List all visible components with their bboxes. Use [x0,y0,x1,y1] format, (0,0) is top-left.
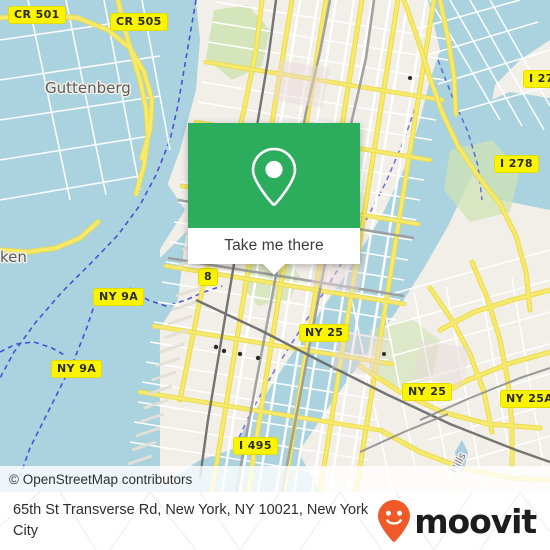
road-shield-ny-25-upper: NY 25 [299,324,350,342]
road-shield-cr-505: CR 505 [110,13,168,31]
road-shield-ny-25-lower: NY 25 [402,383,453,401]
take-me-there-button[interactable]: Take me there [224,237,324,255]
road-shield-i-495: I 495 [233,437,278,455]
road-shield-ny-9a-upper: NY 9A [93,288,145,306]
road-shield-i-278: I 278 [494,155,539,173]
callout-footer[interactable]: Take me there [188,228,360,275]
osm-attribution-link[interactable]: © OpenStreetMap contributors [0,472,192,487]
map-canvas[interactable]: CR 501 CR 505 I 278 I 278 NY 9A 8 NY 9A … [0,0,550,492]
road-shield-8: 8 [198,268,219,286]
location-callout-card[interactable]: Take me there [188,123,360,275]
callout-header [188,123,360,228]
road-shield-ny-9a-lower: NY 9A [51,360,103,378]
place-label-hoboken-clipped: ken [0,248,27,266]
road-shield-ny-25a: NY 25A [500,390,550,408]
callout-pointer-tail [263,264,285,275]
place-label-guttenberg: Guttenberg [45,79,131,97]
moovit-brand: moovit [376,499,538,543]
address-text: 65th St Transverse Rd, New York, NY 1002… [13,502,369,539]
map-attribution-bar: © OpenStreetMap contributors [0,466,550,492]
moovit-wordmark: moovit [414,501,537,541]
footer-bar: 65th St Transverse Rd, New York, NY 1002… [0,492,550,550]
road-shield-cr-501: CR 501 [8,6,66,24]
moovit-smiley-pin-icon [378,500,411,542]
moovit-map-screenshot: CR 501 CR 505 I 278 I 278 NY 9A 8 NY 9A … [0,0,550,550]
road-shield-i-278-top: I 278 [523,70,550,88]
map-pin-icon [251,147,297,206]
